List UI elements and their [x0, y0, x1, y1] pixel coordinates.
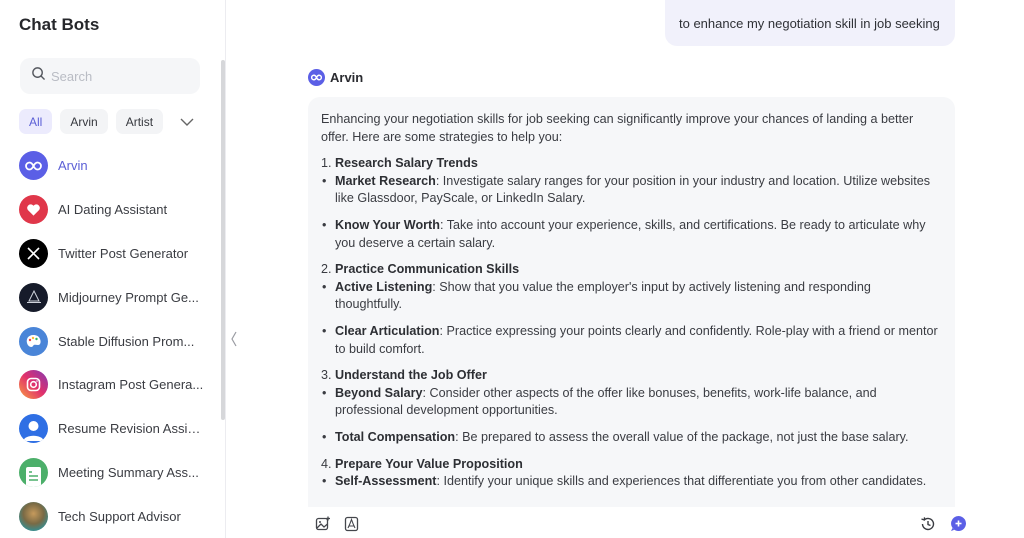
pdf-upload-button[interactable]	[342, 516, 360, 537]
input-toolbar-left	[314, 516, 370, 537]
section-title: 1. Research Salary Trends	[321, 156, 478, 171]
answer-section: 4. Prepare Your Value Proposition Self-A…	[321, 456, 941, 491]
document-icon	[19, 457, 48, 487]
answer-section: 1. Research Salary Trends Market Researc…	[321, 155, 941, 252]
sidebar-scrollbar[interactable]	[221, 60, 225, 420]
new-chat-button[interactable]	[949, 515, 967, 537]
arvin-avatar-icon	[308, 69, 325, 86]
bot-name: Meeting Summary Ass...	[58, 464, 199, 480]
search-icon	[31, 66, 46, 86]
bullet-item: Market Research: Investigate salary rang…	[321, 173, 941, 208]
bullet-item: Self-Assessment: Identify your unique sk…	[321, 473, 941, 491]
pdf-icon	[344, 516, 359, 537]
infinity-icon	[19, 151, 48, 181]
bot-message-header: Arvin	[308, 69, 363, 86]
bot-item-instagram-post-generator[interactable]: Instagram Post Genera...	[19, 363, 209, 407]
search-input[interactable]	[51, 68, 191, 84]
bot-answer: Enhancing your negotiation skills for jo…	[308, 97, 955, 507]
person-icon	[19, 414, 48, 444]
sidebar: Chat Bots All Arvin Artist Arvin	[0, 0, 226, 538]
bot-item-twitter-post-generator[interactable]: Twitter Post Generator	[19, 232, 209, 276]
filter-chip-all[interactable]: All	[19, 109, 53, 134]
bot-name: Resume Revision Assis...	[58, 421, 204, 437]
bullet-item: Beyond Salary: Consider other aspects of…	[321, 385, 941, 420]
bot-list: Arvin AI Dating Assistant Twitter Post G…	[19, 144, 209, 538]
bot-item-ai-dating-assistant[interactable]: AI Dating Assistant	[19, 188, 209, 232]
bot-name-label: Arvin	[330, 70, 364, 85]
answer-intro: Enhancing your negotiation skills for jo…	[321, 112, 914, 144]
bot-name: Midjourney Prompt Ge...	[58, 289, 199, 305]
bot-name: Arvin	[58, 158, 88, 174]
collapse-sidebar-button[interactable]	[228, 331, 240, 351]
bullet-item: Active Listening: Show that you value th…	[321, 279, 941, 314]
bot-item-midjourney-prompt-generator[interactable]: Midjourney Prompt Ge...	[19, 275, 209, 319]
section-title: 2. Practice Communication Skills	[321, 262, 520, 277]
chevron-down-icon	[180, 113, 194, 131]
bot-name: Stable Diffusion Prom...	[58, 333, 195, 349]
search-box[interactable]	[20, 58, 200, 94]
user-message-bubble: to enhance my negotiation skill in job s…	[665, 0, 955, 46]
section-title: 3. Understand the Job Offer	[321, 368, 487, 383]
bullet-item: Clear Articulation: Practice expressing …	[321, 323, 941, 358]
bot-name: Twitter Post Generator	[58, 245, 189, 261]
character-avatar-icon	[19, 501, 48, 531]
history-icon	[920, 516, 936, 537]
bot-item-meeting-summary-assistant[interactable]: Meeting Summary Ass...	[19, 451, 209, 495]
filter-chips: All Arvin Artist	[19, 109, 197, 134]
sailboat-icon	[19, 282, 48, 312]
app-window: Chat Bots All Arvin Artist Arvin	[0, 0, 1024, 538]
bot-item-stable-diffusion-prompt[interactable]: Stable Diffusion Prom...	[19, 319, 209, 363]
answer-section: 3. Understand the Job Offer Beyond Salar…	[321, 367, 941, 446]
filter-chip-artist[interactable]: Artist	[115, 109, 164, 134]
bot-name: Instagram Post Genera...	[58, 377, 204, 393]
input-toolbar-right	[907, 515, 967, 537]
section-title: 4. Prepare Your Value Proposition	[321, 456, 523, 471]
new-chat-icon	[950, 515, 967, 537]
answer-section: 2. Practice Communication Skills Active …	[321, 261, 941, 358]
palette-icon	[19, 326, 48, 356]
image-upload-icon	[315, 516, 331, 537]
x-logo-icon	[19, 238, 48, 268]
bot-name: Tech Support Advisor	[58, 508, 181, 524]
chevron-left-icon	[230, 331, 238, 352]
bot-item-arvin[interactable]: Arvin	[19, 144, 209, 188]
bullet-item: Total Compensation: Be prepared to asses…	[321, 429, 941, 447]
heart-icon	[19, 195, 48, 225]
sidebar-title: Chat Bots	[19, 15, 100, 34]
bullet-item: Know Your Worth: Take into account your …	[321, 217, 941, 252]
more-filters-button[interactable]	[177, 112, 197, 132]
bot-item-tech-support-advisor[interactable]: Tech Support Advisor	[19, 494, 209, 538]
image-upload-button[interactable]	[314, 516, 332, 537]
instagram-icon	[19, 370, 48, 400]
bot-item-resume-revision-assistant[interactable]: Resume Revision Assis...	[19, 407, 209, 451]
filter-chip-arvin[interactable]: Arvin	[60, 109, 108, 134]
bot-name: AI Dating Assistant	[58, 202, 168, 218]
history-button[interactable]	[919, 516, 937, 537]
